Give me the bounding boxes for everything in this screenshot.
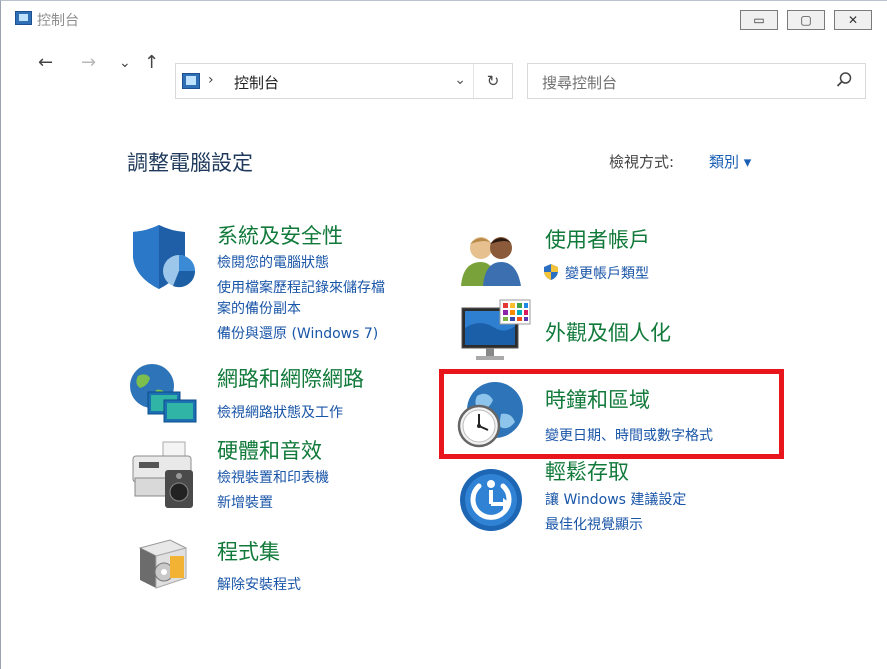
category-network-internet[interactable]: 網路和網際網路: [217, 363, 364, 393]
address-dropdown-icon[interactable]: ⌄: [454, 72, 466, 88]
breadcrumb-control-panel[interactable]: 控制台: [234, 72, 279, 93]
maximize-button[interactable]: ▢: [787, 10, 825, 30]
minimize-button[interactable]: ▭: [740, 10, 778, 30]
link-add-device[interactable]: 新增裝置: [217, 492, 273, 512]
category-system-security[interactable]: 系統及安全性: [217, 220, 343, 250]
programs-box-icon[interactable]: [134, 534, 190, 590]
control-panel-window: 控制台 ▭ ▢ ✕ ← → ⌄ ↑ › 控制台 ⌄ ↻ 搜尋控制台 調整電腦設定…: [0, 0, 887, 669]
uac-shield-icon: [544, 264, 558, 280]
link-file-history-cont[interactable]: 案的備份副本: [217, 298, 301, 318]
window-title: 控制台: [37, 13, 79, 29]
page-title: 調整電腦設定: [127, 151, 253, 175]
user-accounts-icon[interactable]: [459, 230, 523, 288]
link-optimize-visual-display[interactable]: 最佳化視覺顯示: [545, 514, 643, 534]
up-arrow-icon[interactable]: ↑: [144, 53, 159, 73]
link-let-windows-suggest[interactable]: 讓 Windows 建議設定: [545, 489, 686, 509]
search-input[interactable]: 搜尋控制台: [542, 72, 617, 93]
link-uninstall-program[interactable]: 解除安裝程式: [217, 574, 301, 594]
link-change-account-type[interactable]: 變更帳戶類型: [565, 263, 649, 283]
control-panel-icon: [182, 73, 200, 89]
link-review-computer-status[interactable]: 檢閱您的電腦狀態: [217, 252, 329, 272]
refresh-button[interactable]: ↻: [473, 64, 512, 98]
ease-of-access-icon[interactable]: [457, 466, 525, 534]
network-globe-icon[interactable]: [128, 362, 200, 424]
monitor-palette-icon[interactable]: [460, 298, 532, 368]
view-by-dropdown[interactable]: 類別 ▾: [709, 151, 751, 172]
address-bar[interactable]: › 控制台 ⌄ ↻: [175, 63, 513, 99]
printer-speaker-icon[interactable]: [125, 438, 197, 510]
search-box[interactable]: 搜尋控制台: [527, 63, 866, 99]
category-programs[interactable]: 程式集: [217, 536, 280, 566]
highlight-box: [439, 369, 784, 459]
forward-arrow-icon[interactable]: →: [81, 53, 96, 73]
breadcrumb-separator-icon: ›: [208, 72, 214, 88]
title-bar: 控制台 ▭ ▢ ✕: [1, 1, 887, 37]
link-backup-restore[interactable]: 備份與還原 (Windows 7): [217, 323, 378, 343]
link-network-status[interactable]: 檢視網路狀態及工作: [217, 402, 343, 422]
link-file-history[interactable]: 使用檔案歷程記錄來儲存檔: [217, 277, 385, 297]
close-button[interactable]: ✕: [834, 10, 872, 30]
control-panel-icon: [15, 11, 32, 25]
recent-locations-chevron-icon[interactable]: ⌄: [119, 53, 131, 73]
link-devices-printers[interactable]: 檢視裝置和印表機: [217, 467, 329, 487]
search-icon[interactable]: [835, 71, 853, 89]
back-arrow-icon[interactable]: ←: [38, 53, 53, 73]
category-ease-of-access[interactable]: 輕鬆存取: [545, 456, 629, 486]
category-user-accounts[interactable]: 使用者帳戶: [545, 224, 650, 254]
category-hardware-sound[interactable]: 硬體和音效: [217, 435, 322, 465]
shield-icon[interactable]: [129, 223, 199, 291]
category-appearance-personalization[interactable]: 外觀及個人化: [545, 317, 671, 347]
view-by-label: 檢視方式:: [609, 153, 675, 171]
